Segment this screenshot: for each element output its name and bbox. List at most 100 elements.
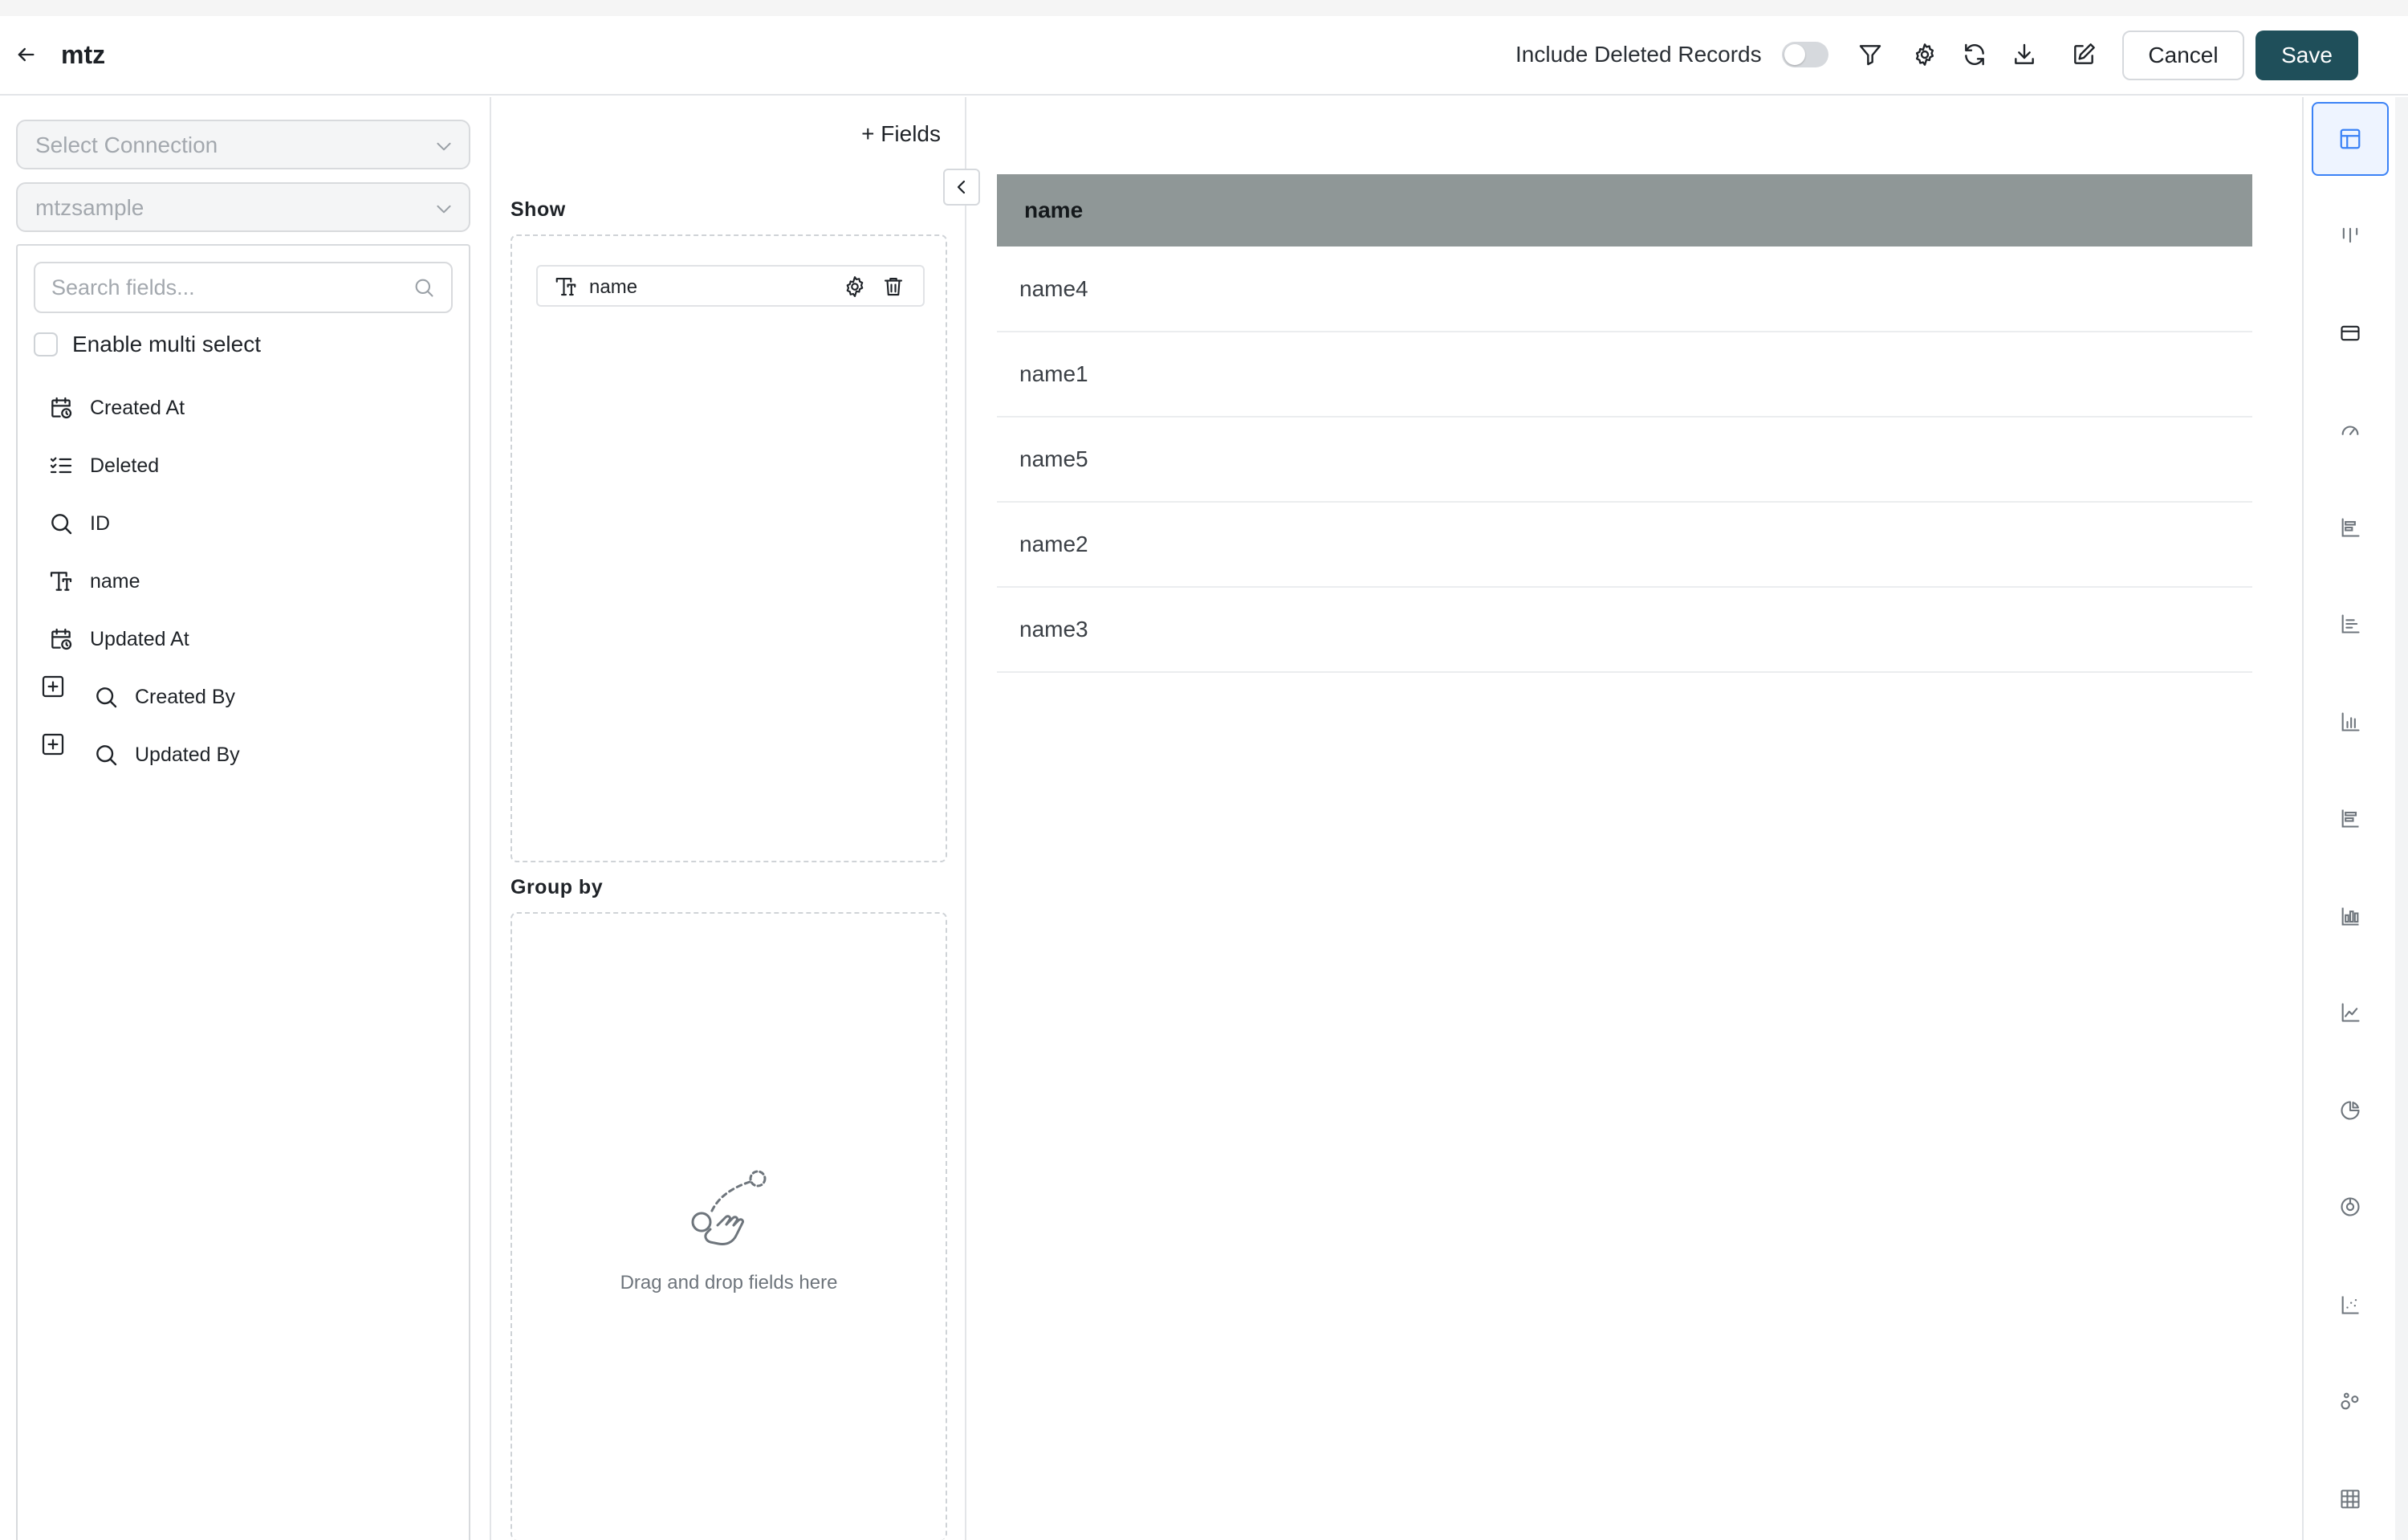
multi-select-label: Enable multi select bbox=[72, 332, 262, 356]
gear-icon[interactable] bbox=[843, 275, 867, 299]
pivot-table-icon bbox=[2341, 1489, 2360, 1509]
multi-select-checkbox[interactable] bbox=[34, 332, 58, 356]
rail-column-chart[interactable] bbox=[2312, 198, 2389, 272]
table-cell: name2 bbox=[997, 502, 2252, 588]
pie-chart-icon bbox=[2341, 1101, 2360, 1120]
download-icon bbox=[2015, 43, 2034, 64]
table-header-row: name bbox=[997, 174, 2252, 246]
rail-scatter-chart[interactable] bbox=[2312, 1268, 2389, 1342]
cancel-button[interactable]: Cancel bbox=[2122, 31, 2244, 80]
donut-chart-icon bbox=[2341, 1197, 2360, 1216]
gauge-icon bbox=[2341, 426, 2359, 435]
table-row[interactable]: name5 bbox=[997, 417, 2252, 503]
field-item-name[interactable]: name bbox=[47, 565, 140, 597]
gear-icon bbox=[1915, 43, 1934, 66]
edit-button[interactable] bbox=[2068, 39, 2100, 71]
table-row[interactable]: name4 bbox=[997, 246, 2252, 332]
search-icon bbox=[92, 740, 120, 769]
refresh-button[interactable] bbox=[1959, 39, 1991, 71]
rail-pivot-table[interactable] bbox=[2312, 1462, 2389, 1536]
back-button[interactable] bbox=[10, 39, 42, 71]
field-item-deleted[interactable]: Deleted bbox=[47, 450, 159, 482]
field-label: Deleted bbox=[90, 454, 160, 477]
toggle-knob bbox=[1784, 44, 1805, 65]
save-button[interactable]: Save bbox=[2255, 31, 2358, 80]
table-cell: name3 bbox=[997, 587, 2252, 673]
rail-grouped-bar[interactable] bbox=[2312, 879, 2389, 953]
rail-card[interactable] bbox=[2312, 296, 2389, 370]
column-chart-icon bbox=[2342, 227, 2358, 243]
show-section-label: Show bbox=[510, 198, 566, 221]
field-label: Updated At bbox=[90, 627, 189, 650]
column-header-name[interactable]: name bbox=[997, 174, 2252, 246]
rail-horizontal-bar[interactable] bbox=[2312, 491, 2389, 564]
show-dropzone[interactable]: name bbox=[510, 234, 947, 862]
source-select[interactable]: mtzsample bbox=[16, 182, 470, 232]
table-row[interactable]: name2 bbox=[997, 502, 2252, 588]
filter-button[interactable] bbox=[1854, 39, 1886, 71]
calendar-clock-icon bbox=[47, 393, 75, 422]
include-deleted-label: Include Deleted Records bbox=[1515, 42, 1762, 67]
search-fields-box[interactable] bbox=[34, 262, 453, 313]
search-icon bbox=[47, 509, 75, 538]
expand-plus-icon[interactable] bbox=[40, 731, 66, 757]
field-label: name bbox=[90, 569, 140, 593]
search-icon bbox=[413, 276, 435, 299]
collapse-panel-button[interactable] bbox=[943, 169, 980, 206]
visualization-rail bbox=[2302, 97, 2408, 1540]
connection-select[interactable]: Select Connection bbox=[16, 120, 470, 169]
group-by-dropzone[interactable]: Drag and drop fields here bbox=[510, 912, 947, 1540]
table-cell: name4 bbox=[997, 246, 2252, 332]
field-item-created-by[interactable]: Created By bbox=[92, 681, 235, 713]
window-top-strip bbox=[0, 0, 2408, 16]
table-row[interactable]: name3 bbox=[997, 587, 2252, 673]
settings-button[interactable] bbox=[1909, 39, 1941, 71]
field-label: Created At bbox=[90, 396, 185, 419]
header-bar: mtz Include Deleted Records Cancel Save bbox=[0, 16, 2408, 96]
enable-multi-select[interactable]: Enable multi select bbox=[34, 328, 261, 361]
drop-hint-text: Drag and drop fields here bbox=[620, 1272, 838, 1294]
filter-icon bbox=[1859, 45, 1881, 66]
show-field-label: name bbox=[589, 276, 638, 298]
rail-donut-chart[interactable] bbox=[2312, 1170, 2389, 1244]
rail-gauge[interactable] bbox=[2312, 393, 2389, 466]
field-item-created-at[interactable]: Created At bbox=[47, 392, 185, 424]
rail-bubble-chart[interactable] bbox=[2312, 1364, 2389, 1438]
expand-plus-icon[interactable] bbox=[40, 674, 66, 699]
rail-line-chart[interactable] bbox=[2312, 976, 2389, 1049]
field-item-id[interactable]: ID bbox=[47, 507, 110, 540]
include-deleted-toggle[interactable] bbox=[1782, 42, 1828, 67]
chevron-down-icon bbox=[437, 205, 451, 214]
refresh-icon bbox=[1965, 43, 1984, 66]
edit-icon bbox=[2074, 43, 2095, 64]
search-fields-input[interactable] bbox=[51, 273, 405, 302]
field-label: ID bbox=[90, 511, 110, 535]
rail-scrollbar[interactable] bbox=[2395, 97, 2408, 1540]
calendar-clock-icon bbox=[47, 625, 75, 654]
table-row[interactable]: name1 bbox=[997, 332, 2252, 418]
table-cell: name5 bbox=[997, 417, 2252, 503]
field-label: Created By bbox=[135, 685, 236, 708]
horizontal-bar-icon bbox=[2341, 518, 2360, 537]
show-field-chip[interactable]: name bbox=[536, 265, 925, 307]
download-button[interactable] bbox=[2008, 39, 2040, 71]
stacked-bar-icon bbox=[2341, 809, 2359, 828]
source-select-value: mtzsample bbox=[35, 195, 144, 220]
rail-stacked-bar[interactable] bbox=[2312, 781, 2389, 855]
trash-icon[interactable] bbox=[881, 275, 905, 299]
rail-table-view[interactable] bbox=[2312, 102, 2389, 176]
add-fields-button[interactable]: + Fields bbox=[861, 121, 941, 147]
connection-select-placeholder: Select Connection bbox=[35, 132, 218, 157]
scatter-chart-icon bbox=[2341, 1296, 2359, 1314]
chevron-left-icon bbox=[957, 180, 966, 194]
field-item-updated-at[interactable]: Updated At bbox=[47, 623, 189, 655]
table-cell: name1 bbox=[997, 332, 2252, 418]
text-type-icon bbox=[47, 567, 75, 596]
rail-vertical-bar[interactable] bbox=[2312, 685, 2389, 759]
grouped-bar-icon bbox=[2341, 907, 2359, 926]
rail-bar-chart[interactable] bbox=[2312, 587, 2389, 661]
field-item-updated-by[interactable]: Updated By bbox=[92, 739, 240, 771]
rail-pie-chart[interactable] bbox=[2312, 1074, 2389, 1147]
field-label: Updated By bbox=[135, 743, 240, 766]
group-by-section-label: Group by bbox=[510, 876, 604, 898]
